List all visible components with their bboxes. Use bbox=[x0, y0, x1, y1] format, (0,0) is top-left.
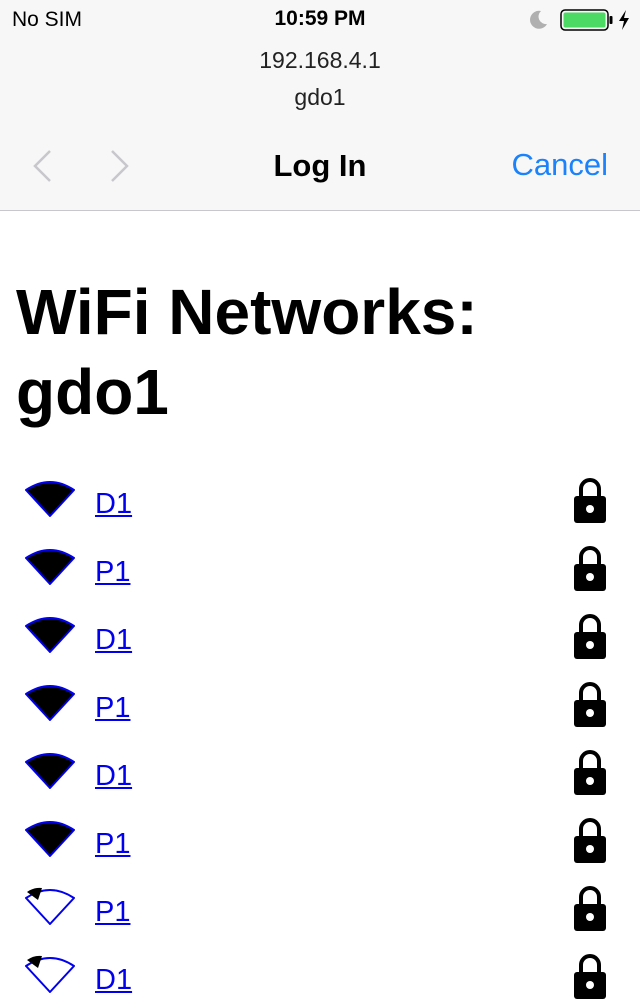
lock-icon bbox=[574, 478, 606, 523]
network-ssid-link[interactable]: P1 bbox=[95, 692, 130, 725]
network-row: P1 bbox=[0, 674, 640, 742]
network-row: P1 bbox=[0, 810, 640, 878]
lock-icon bbox=[574, 750, 606, 795]
network-ssid-link[interactable]: P1 bbox=[95, 828, 130, 861]
do-not-disturb-moon-icon bbox=[530, 10, 547, 29]
network-row: D1 bbox=[0, 606, 640, 674]
browser-chrome: No SIM 10:59 PM 192.168.4.1 gdo1 Log In … bbox=[0, 0, 640, 211]
wifi-signal-strong-icon bbox=[25, 549, 75, 585]
page-subtitle: gdo1 bbox=[294, 84, 346, 110]
captive-portal-screen: No SIM 10:59 PM 192.168.4.1 gdo1 Log In … bbox=[0, 0, 640, 1006]
wifi-signal-strong-icon bbox=[25, 685, 75, 721]
network-ssid-link[interactable]: P1 bbox=[95, 556, 130, 589]
network-ssid-link[interactable]: P1 bbox=[95, 896, 130, 929]
wifi-signal-weak-icon bbox=[25, 955, 75, 993]
network-row: D1 bbox=[0, 946, 640, 1006]
network-list: D1 P1 D1 P1 D1 P1 P1 D1 bbox=[0, 470, 640, 1006]
wifi-signal-weak-icon bbox=[25, 887, 75, 925]
network-row: P1 bbox=[0, 538, 640, 606]
wifi-signal-strong-icon bbox=[25, 753, 75, 789]
address-url: 192.168.4.1 bbox=[259, 47, 381, 73]
wifi-signal-strong-icon bbox=[25, 821, 75, 857]
lock-icon bbox=[574, 546, 606, 591]
page-heading: WiFi Networks: gdo1 bbox=[16, 276, 478, 428]
charging-bolt-icon bbox=[619, 10, 629, 30]
wifi-signal-strong-icon bbox=[25, 617, 75, 653]
lock-icon bbox=[574, 818, 606, 863]
cancel-button[interactable]: Cancel bbox=[512, 147, 609, 183]
network-ssid-link[interactable]: D1 bbox=[95, 760, 132, 793]
network-ssid-link[interactable]: D1 bbox=[95, 624, 132, 657]
network-row: P1 bbox=[0, 878, 640, 946]
battery-icon bbox=[560, 9, 613, 31]
network-row: D1 bbox=[0, 470, 640, 538]
wifi-signal-strong-icon bbox=[25, 481, 75, 517]
lock-icon bbox=[574, 954, 606, 999]
lock-icon bbox=[574, 614, 606, 659]
status-bar: No SIM 10:59 PM bbox=[0, 0, 640, 40]
network-ssid-link[interactable]: D1 bbox=[95, 964, 132, 997]
network-row: D1 bbox=[0, 742, 640, 810]
network-ssid-link[interactable]: D1 bbox=[95, 488, 132, 521]
lock-icon bbox=[574, 682, 606, 727]
lock-icon bbox=[574, 886, 606, 931]
